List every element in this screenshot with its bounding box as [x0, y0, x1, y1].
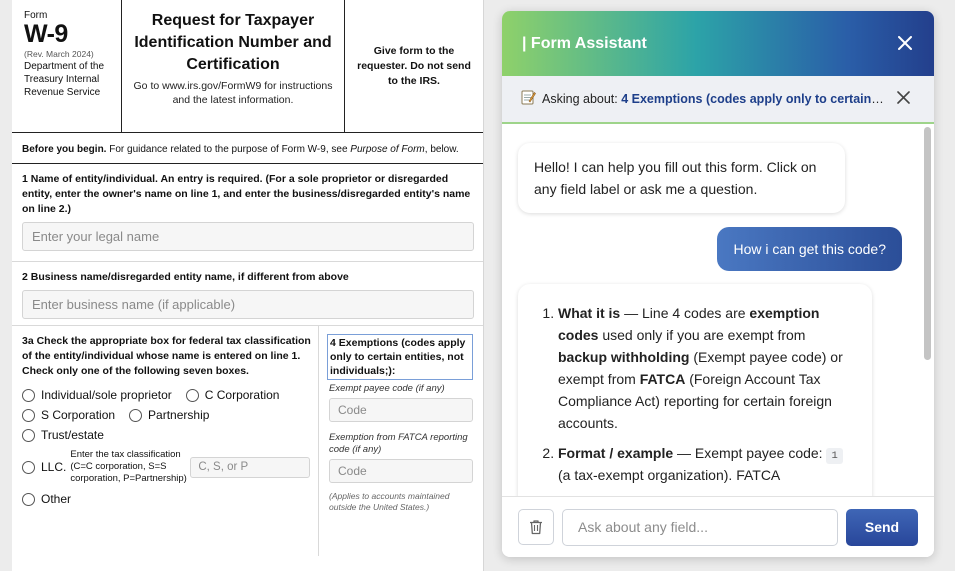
radio-trust[interactable]: Trust/estate: [22, 428, 104, 442]
line-1-label[interactable]: 1 Name of entity/individual. An entry is…: [22, 172, 473, 217]
line-2: 2 Business name/disregarded entity name,…: [12, 262, 483, 326]
context-prefix: Asking about:: [542, 92, 622, 106]
radio-llc-label: LLC.: [41, 460, 67, 474]
radio-circle[interactable]: [22, 428, 35, 442]
radio-other-label: Other: [41, 492, 72, 506]
exempt-payee-code-input[interactable]: [329, 398, 473, 422]
user-message: How i can get this code?: [717, 227, 902, 271]
line-3a-label-part2: of the following seven boxes.: [99, 365, 249, 377]
radio-circle[interactable]: [185, 388, 199, 402]
trash-icon: [530, 520, 542, 535]
form-id-block: Form W-9 (Rev. March 2024) Department of…: [12, 0, 122, 132]
assistant-message-answer: What it is — Line 4 codes are exemption …: [518, 284, 872, 496]
context-field: 4 Exemptions (codes apply only to certai…: [621, 92, 887, 106]
line-2-label[interactable]: 2 Business name/disregarded entity name,…: [22, 270, 473, 285]
radio-s-corp[interactable]: S Corporation: [22, 408, 115, 422]
radio-row-other: Other: [22, 489, 318, 509]
chat-messages[interactable]: Hello! I can help you fill out this form…: [502, 124, 934, 496]
radio-partnership-label: Partnership: [148, 408, 210, 422]
radio-other[interactable]: Other: [22, 492, 71, 506]
form-title-block: Request for Taxpayer Identification Numb…: [122, 0, 345, 132]
form-give-block: Give form to the requester. Do not send …: [345, 0, 483, 132]
exempt-payee-label: Exempt payee code (if any): [329, 383, 445, 394]
chat-scrollbar[interactable]: [924, 124, 931, 496]
before-italic: Purpose of Form: [350, 144, 425, 155]
form-instructions-link-text: Go to www.irs.gov/FormW9 for instruction…: [133, 80, 333, 106]
item1-f: FATCA: [639, 371, 686, 387]
item2-a: — Exempt payee code:: [673, 445, 827, 461]
llc-description: Enter the tax classification (C=C corpor…: [70, 449, 187, 484]
item1-a: — Line 4 codes are: [620, 305, 750, 321]
clear-context-icon[interactable]: [897, 89, 910, 109]
close-icon[interactable]: [898, 34, 912, 54]
radio-c-corp-label: C Corporation: [204, 388, 280, 402]
assistant-message: Hello! I can help you fill out this form…: [518, 143, 845, 213]
radio-circle[interactable]: [22, 460, 35, 474]
form-revision: (Rev. March 2024): [24, 49, 94, 59]
radio-circle[interactable]: [22, 388, 35, 402]
before-bold: Before you begin.: [22, 144, 107, 155]
radio-individual[interactable]: Individual/sole proprietor: [22, 388, 172, 402]
form-assistant-panel: | Form Assistant Asking about: 4 Exempti…: [502, 11, 934, 557]
before-you-begin: Before you begin. For guidance related t…: [12, 133, 483, 164]
line-3a: 3a Check the appropriate box for federal…: [12, 326, 319, 556]
llc-classification-input[interactable]: [190, 456, 311, 478]
radio-individual-label: Individual/sole proprietor: [41, 388, 172, 402]
radio-trust-label: Trust/estate: [41, 428, 104, 442]
radio-c-corp[interactable]: C Corporation: [185, 388, 280, 402]
line-3a-label[interactable]: 3a Check the appropriate box for federal…: [22, 334, 312, 379]
form-title: Request for Taxpayer Identification Numb…: [134, 12, 332, 73]
chat-input[interactable]: [562, 508, 838, 546]
answer-item-2: Format / example — Exempt payee code: 1 …: [558, 442, 856, 486]
fatca-code-input[interactable]: [329, 459, 473, 483]
send-button[interactable]: Send: [846, 508, 918, 546]
line-3a-label-bold: one: [80, 365, 100, 377]
line-4: 4 Exemptions (codes apply only to certai…: [319, 326, 483, 556]
scroll-thumb[interactable]: [924, 127, 931, 360]
fatca-label: Exemption from FATCA reporting code (if …: [329, 432, 468, 455]
code-chip: 1: [826, 448, 843, 464]
radio-row-llc: LLC. Enter the tax classification (C=C c…: [22, 449, 318, 485]
fatca-note: (Applies to accounts maintained outside …: [329, 491, 450, 512]
before-text: For guidance related to the purpose of F…: [106, 144, 351, 155]
answer-item-1: What it is — Line 4 codes are exemption …: [558, 302, 856, 434]
context-text: Asking about: 4 Exemptions (codes apply …: [542, 92, 887, 106]
radio-circle[interactable]: [129, 408, 143, 422]
assistant-header: | Form Assistant: [502, 11, 934, 76]
form-number: W-9: [24, 20, 68, 48]
answer-list: What it is — Line 4 codes are exemption …: [540, 302, 856, 486]
radio-circle[interactable]: [22, 492, 35, 506]
line-1: 1 Name of entity/individual. An entry is…: [12, 164, 483, 262]
radio-s-corp-label: S Corporation: [41, 408, 116, 422]
item2-title: Format / example: [558, 445, 674, 461]
w9-form: Form W-9 (Rev. March 2024) Department of…: [12, 0, 484, 571]
assistant-title: | Form Assistant: [522, 34, 647, 52]
composer: Send: [502, 496, 934, 557]
radio-row-3: Trust/estate: [22, 425, 318, 445]
line-3-4-row: 3a Check the appropriate box for federal…: [12, 326, 483, 556]
item2-b: (a tax-exempt organization). FATCA: [558, 467, 781, 483]
before-end: , below.: [424, 144, 459, 155]
legal-name-input[interactable]: [22, 222, 474, 251]
line-4-label[interactable]: 4 Exemptions (codes apply only to certai…: [327, 334, 473, 380]
radio-row-1: Individual/sole proprietor C Corporation: [22, 385, 318, 405]
clear-chat-button[interactable]: [518, 509, 554, 545]
radio-llc[interactable]: LLC.: [22, 460, 66, 474]
form-header: Form W-9 (Rev. March 2024) Department of…: [12, 0, 483, 133]
give-form-notice: Give form to the requester. Do not send …: [357, 44, 471, 87]
context-bar: Asking about: 4 Exemptions (codes apply …: [502, 76, 934, 124]
radio-circle[interactable]: [22, 408, 35, 422]
radio-row-2: S Corporation Partnership: [22, 405, 318, 425]
item1-title: What it is: [558, 305, 621, 321]
business-name-input[interactable]: [22, 290, 474, 319]
form-department: Department of the Treasury Internal Reve…: [24, 61, 105, 98]
item1-d: backup withholding: [558, 349, 690, 365]
item1-c: used only if you are exempt from: [598, 327, 806, 343]
radio-partnership[interactable]: Partnership: [129, 408, 209, 422]
memo-icon: [520, 89, 536, 109]
